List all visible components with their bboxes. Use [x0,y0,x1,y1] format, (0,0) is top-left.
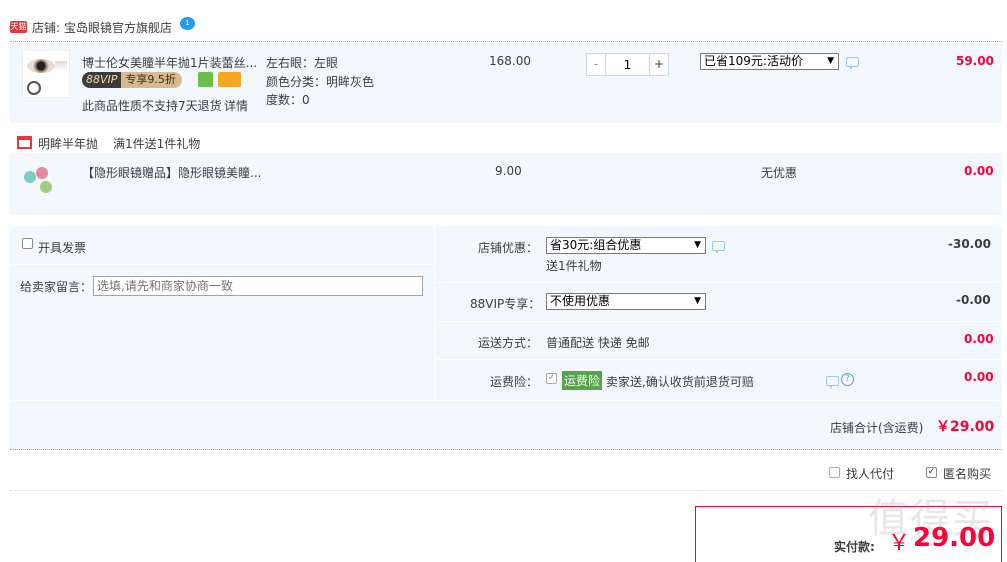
item-promo-select-value: 已省109元:活动价 [704,54,803,68]
watermark: 值得买 [868,496,994,542]
insurance-tag: 运费险 [562,371,603,390]
insurance-desc: 卖家送,确认收货前退货可赔 [606,375,754,389]
shop-header: 天猫 店铺: 宝岛眼镜官方旗舰店 1 [10,17,1002,42]
purchase-options: 找人代付 ✓ 匿名购买 [10,460,1002,491]
lens-case-icon [24,171,36,183]
shipping-label: 运送方式： [478,336,539,350]
spec-color: 颜色分类：明眸灰色 [266,75,375,89]
shop-discount-sub: 送1件礼物 [546,259,602,273]
shop-discount-label: 店铺优惠： [478,241,539,255]
shop-total-value: ￥29.00 [936,419,995,435]
item-row: 博士伦女美瞳半年抛1片装蕾丝... 88VIP 专享9.5折 此商品性质不支持7… [10,43,1002,123]
memo-input[interactable] [93,276,423,296]
vip-discount-value: -0.00 [956,293,991,307]
gift-icon [17,136,32,149]
card-payment-icon[interactable] [218,72,241,87]
insurance-label: 运费险： [490,375,539,389]
help-icon[interactable]: ? [841,373,854,386]
gift-discount: 无优惠 [761,166,798,180]
spec-eye: 左右眼：左眼 [266,56,339,70]
insurance-chat-icon[interactable] [826,376,839,389]
chevron-down-icon: ▼ [694,240,701,250]
item-promo-select[interactable]: 已省109元:活动价 ▼ [700,53,839,70]
shop-discount-select-value: 省30元:组合优惠 [550,238,642,252]
gift-row: 【隐形眼镜赠品】隐形眼镜美瞳... 9.00 无优惠 0.00 [10,153,1002,215]
shop-name-link[interactable]: 宝岛眼镜官方旗舰店 [64,19,172,36]
right-panel: 店铺优惠： 省30元:组合优惠 ▼ 送1件礼物 -30.00 88VIP专享： 不… [436,226,1002,400]
lens-image-icon [27,81,41,95]
gift-subtotal: 0.00 [964,164,994,178]
promo-info-icon[interactable] [846,57,859,70]
shop-label: 店铺: [32,21,61,35]
gift-promo-desc: 满1件送1件礼物 [113,137,201,151]
vip-tag: 88VIP 专享9.5折 [82,72,182,88]
proxy-pay-checkbox[interactable] [829,467,840,478]
qty-input[interactable] [605,53,650,76]
order-options: 开具发票 给卖家留言： 店铺优惠： 省30元:组合优惠 ▼ 送1件礼物 -30.0… [10,226,1002,450]
gift-promo-label: 明眸半年抛 [38,137,99,151]
shop-total-label: 店铺合计(含运费) [830,421,924,435]
shop-discount-info-icon[interactable] [712,241,725,254]
chevron-down-icon: ▼ [694,296,701,306]
insurance-checkbox[interactable]: ✓ [546,373,557,384]
insurance-value: 0.00 [964,370,994,384]
item-subtotal: 59.00 [956,54,994,68]
return-policy-detail-link[interactable]: 详情 [224,97,248,114]
spec-degree: 度数：0 [266,93,310,107]
chevron-down-icon: ▼ [827,56,834,66]
eye-image-icon [27,59,55,73]
vip-label: 88VIP [82,72,122,88]
gift-title-link[interactable]: 【隐形眼镜赠品】隐形眼镜美瞳... [82,164,261,181]
invoice-label: 开具发票 [38,241,87,255]
left-panel: 开具发票 给卖家留言： [10,226,435,400]
gift-unit-price: 9.00 [495,164,522,178]
product-title-link[interactable]: 博士伦女美瞳半年抛1片装蕾丝... [82,54,262,71]
tmall-badge-icon: 天猫 [10,21,27,33]
invoice-checkbox[interactable] [22,238,33,249]
shipping-method: 普通配送 快递 免邮 [546,336,650,350]
proxy-pay-label: 找人代付 [846,467,895,481]
anonymous-label: 匿名购买 [943,467,992,481]
vip-discount-select-value: 不使用优惠 [550,294,611,308]
gift-thumbnail[interactable] [22,163,62,199]
memo-label: 给卖家留言： [20,280,93,294]
vip-discount-label: 88VIP专享： [470,297,541,311]
shop-discount-select[interactable]: 省30元:组合优惠 ▼ [546,237,706,254]
product-thumbnail[interactable] [22,50,70,98]
wangwang-chat-icon[interactable]: 1 [180,17,195,30]
vip-discount: 专享9.5折 [121,72,182,88]
return-policy-notice: 此商品性质不支持7天退货 [82,99,222,113]
guarantee-icon[interactable] [198,72,213,87]
qty-increase-button[interactable]: + [649,53,669,76]
anonymous-checkbox[interactable]: ✓ [926,467,937,478]
item-unit-price: 168.00 [489,54,531,68]
shipping-value: 0.00 [964,332,994,346]
shop-discount-value: -30.00 [948,237,991,251]
qty-decrease-button[interactable]: - [586,53,606,76]
vip-discount-select[interactable]: 不使用优惠 ▼ [546,293,706,310]
